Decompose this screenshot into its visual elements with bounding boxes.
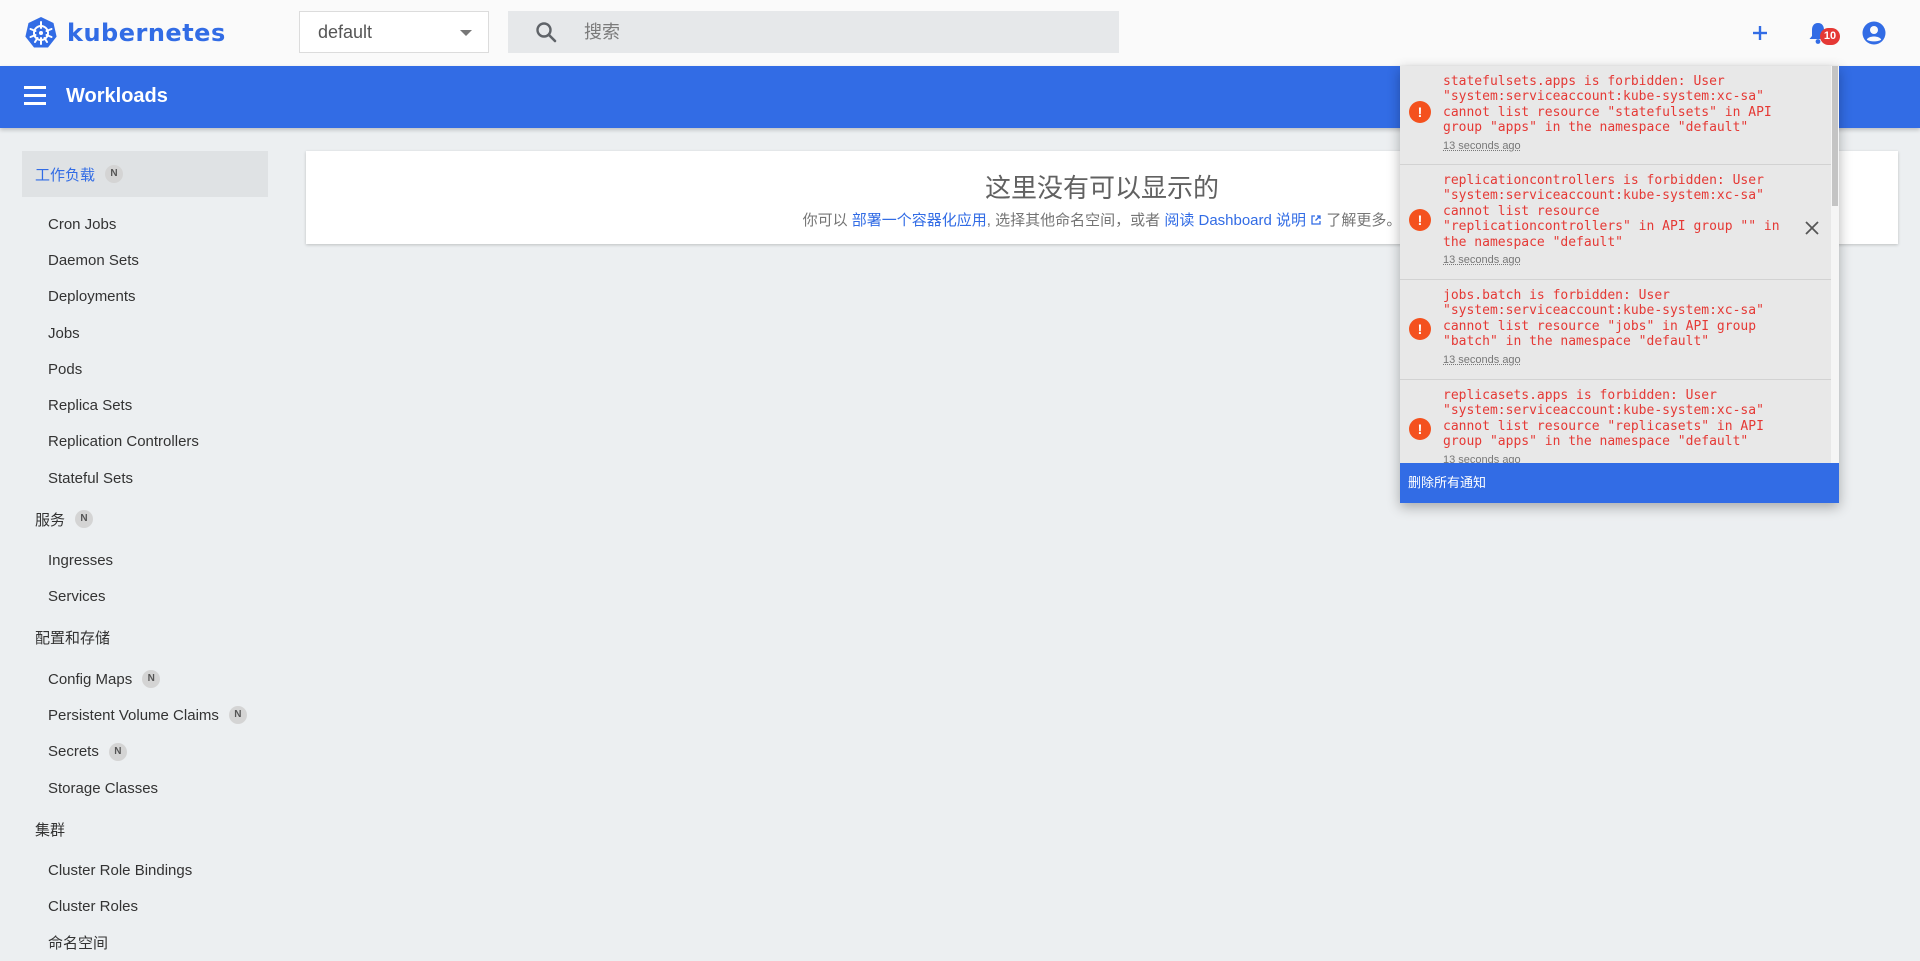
sidebar-item-label: Storage Classes bbox=[48, 779, 159, 797]
sidebar-section-cluster[interactable]: 集群 bbox=[22, 806, 268, 852]
kubernetes-wheel-icon bbox=[25, 17, 57, 48]
notification-item[interactable]: ! statefulsets.apps is forbidden: User "… bbox=[1400, 66, 1831, 165]
caret-down-icon bbox=[460, 30, 472, 36]
sidebar-section-label: 集群 bbox=[35, 821, 66, 839]
sidebar-item-label: Deployments bbox=[48, 288, 136, 306]
sidebar-item-label: Replica Sets bbox=[48, 397, 133, 415]
sidebar-item-label: Stateful Sets bbox=[48, 469, 134, 487]
sidebar-item-label: Cluster Role Bindings bbox=[48, 861, 193, 879]
sidebar-item-label: 命名空间 bbox=[48, 935, 109, 953]
notification-message: replicasets.apps is forbidden: User "sys… bbox=[1443, 388, 1764, 450]
empty-text-part: , 选择其他命名空间，或者 bbox=[986, 212, 1161, 229]
sidebar-item-label: Config Maps bbox=[48, 670, 133, 688]
sidebar-item-label: Cron Jobs bbox=[48, 215, 117, 233]
clear-all-notifications-button[interactable]: 删除所有通知 bbox=[1400, 463, 1839, 503]
sidebar-item-label: Replication Controllers bbox=[48, 433, 199, 451]
notification-message: statefulsets.apps is forbidden: User "sy… bbox=[1443, 74, 1772, 136]
sidebar-section-label: 服务 bbox=[35, 511, 66, 529]
error-icon: ! bbox=[1409, 101, 1431, 123]
sidebar-item-label: Services bbox=[48, 588, 106, 606]
sidebar-item-persistent-volume-claims[interactable]: Persistent Volume Claims N bbox=[22, 697, 268, 733]
sidebar-item-config-maps[interactable]: Config Maps N bbox=[22, 661, 268, 697]
top-bar: kubernetes default 10 bbox=[0, 0, 1920, 66]
sidebar-section-label: 工作负载 bbox=[35, 166, 96, 184]
notification-item[interactable]: ! replicasets.apps is forbidden: User "s… bbox=[1400, 380, 1831, 463]
notification-item[interactable]: ! replicationcontrollers is forbidden: U… bbox=[1400, 165, 1831, 280]
namespaced-badge: N bbox=[228, 706, 247, 725]
namespaced-badge: N bbox=[108, 742, 127, 761]
sidebar-nav: 工作负载 N Cron Jobs Daemon Sets Deployments… bbox=[22, 151, 268, 961]
error-icon: ! bbox=[1409, 209, 1431, 231]
sidebar-item-label: Pods bbox=[48, 360, 83, 378]
empty-text-part: 了解更多。 bbox=[1326, 212, 1402, 229]
sidebar-item-cluster-roles[interactable]: Cluster Roles bbox=[22, 888, 268, 924]
notification-time: 13 seconds ago bbox=[1443, 139, 1521, 152]
error-icon: ! bbox=[1409, 318, 1431, 340]
sidebar-item-cluster-role-bindings[interactable]: Cluster Role Bindings bbox=[22, 852, 268, 888]
notifications-list: ! statefulsets.apps is forbidden: User "… bbox=[1400, 66, 1831, 463]
docs-link-label: 阅读 Dashboard 说明 bbox=[1164, 212, 1307, 229]
sidebar-item-stateful-sets[interactable]: Stateful Sets bbox=[22, 460, 268, 496]
notification-count-badge: 10 bbox=[1820, 28, 1840, 45]
search-input[interactable] bbox=[582, 20, 1086, 44]
page-title: Workloads bbox=[66, 85, 168, 107]
logo-text: kubernetes bbox=[67, 19, 226, 47]
account-circle-icon[interactable] bbox=[1860, 19, 1888, 47]
sidebar-item-deployments[interactable]: Deployments bbox=[22, 279, 268, 315]
sidebar-item-namespaces[interactable]: 命名空间 bbox=[22, 925, 268, 961]
namespaced-badge: N bbox=[75, 510, 94, 529]
sidebar-item-label: Secrets bbox=[48, 743, 99, 761]
dashboard-docs-link[interactable]: 阅读 Dashboard 说明 bbox=[1164, 212, 1326, 229]
sidebar-item-label: Persistent Volume Claims bbox=[48, 706, 219, 724]
namespace-value: default bbox=[318, 21, 373, 42]
empty-text-part: 你可以 bbox=[802, 212, 848, 229]
deploy-app-link[interactable]: 部署一个容器化应用 bbox=[852, 212, 987, 229]
sidebar-item-label: Daemon Sets bbox=[48, 251, 139, 269]
notifications-panel: ! statefulsets.apps is forbidden: User "… bbox=[1400, 66, 1839, 503]
kubernetes-logo[interactable]: kubernetes bbox=[24, 16, 226, 50]
sidebar-item-cron-jobs[interactable]: Cron Jobs bbox=[22, 206, 268, 242]
open-in-new-icon bbox=[1311, 215, 1321, 225]
sidebar-section-config-storage[interactable]: 配置和存储 bbox=[22, 615, 268, 661]
error-icon: ! bbox=[1409, 418, 1431, 440]
sidebar-item-label: Ingresses bbox=[48, 552, 114, 570]
sidebar-item-replication-controllers[interactable]: Replication Controllers bbox=[22, 424, 268, 460]
notification-item[interactable]: ! jobs.batch is forbidden: User "system:… bbox=[1400, 280, 1831, 380]
sidebar-item-storage-classes[interactable]: Storage Classes bbox=[22, 770, 268, 806]
sidebar-item-jobs[interactable]: Jobs bbox=[22, 315, 268, 351]
notification-message: jobs.batch is forbidden: User "system:se… bbox=[1443, 288, 1764, 350]
sidebar-section-workloads[interactable]: 工作负载 N bbox=[22, 151, 268, 197]
namespaced-badge: N bbox=[105, 165, 124, 183]
sidebar-item-label: Jobs bbox=[48, 324, 80, 342]
sidebar-section-label: 配置和存储 bbox=[35, 630, 111, 648]
sidebar-item-daemon-sets[interactable]: Daemon Sets bbox=[22, 242, 268, 278]
sidebar-item-replica-sets[interactable]: Replica Sets bbox=[22, 387, 268, 423]
close-icon[interactable] bbox=[1803, 219, 1821, 237]
notification-time: 13 seconds ago bbox=[1443, 254, 1521, 267]
search-icon bbox=[536, 22, 557, 43]
sidebar-item-pods[interactable]: Pods bbox=[22, 351, 268, 387]
sidebar-item-ingresses[interactable]: Ingresses bbox=[22, 542, 268, 578]
namespace-select[interactable]: default bbox=[299, 11, 489, 53]
plus-icon[interactable] bbox=[1746, 19, 1774, 47]
notification-time: 13 seconds ago bbox=[1443, 453, 1521, 463]
scrollbar-thumb[interactable] bbox=[1832, 66, 1838, 206]
sidebar-item-label: Cluster Roles bbox=[48, 898, 139, 916]
search-bar bbox=[508, 11, 1119, 53]
notification-message: replicationcontrollers is forbidden: Use… bbox=[1443, 173, 1780, 250]
sidebar-section-services[interactable]: 服务 N bbox=[22, 496, 268, 542]
notifications-scrollbar[interactable] bbox=[1831, 66, 1839, 463]
menu-icon[interactable] bbox=[24, 86, 46, 106]
sidebar-item-services[interactable]: Services bbox=[22, 579, 268, 615]
notification-time: 13 seconds ago bbox=[1443, 353, 1521, 366]
sidebar-item-secrets[interactable]: Secrets N bbox=[22, 734, 268, 770]
namespaced-badge: N bbox=[142, 670, 161, 689]
